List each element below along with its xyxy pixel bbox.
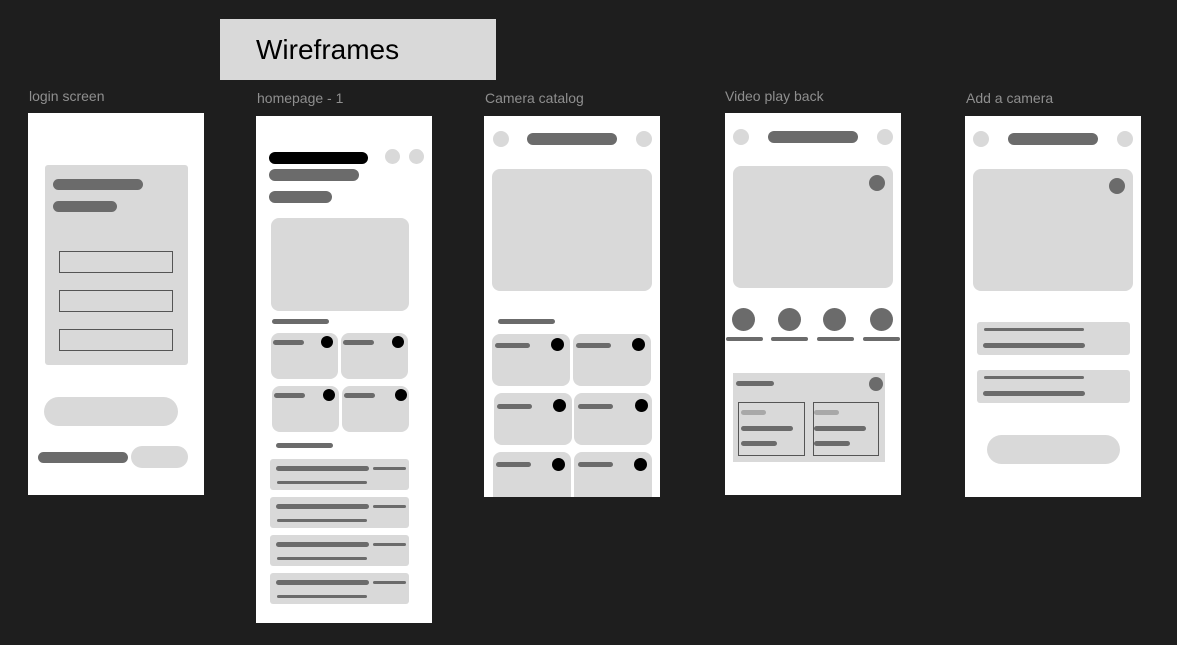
catalog-card-status-dot: [552, 458, 565, 471]
frame-label-video: Video play back: [725, 88, 824, 104]
add-menu-icon[interactable]: [1117, 131, 1133, 147]
login-subheading-placeholder: [53, 201, 117, 212]
homepage-list-item-subtitle: [277, 481, 367, 484]
homepage-list-item[interactable]: [270, 573, 409, 604]
add-camera-field-2-label: [984, 376, 1084, 379]
homepage-title-placeholder: [269, 152, 368, 164]
login-link-placeholder[interactable]: [38, 452, 128, 463]
add-camera-field-2-value: [983, 391, 1085, 396]
add-camera-frame: [965, 116, 1141, 497]
catalog-back-icon[interactable]: [493, 131, 509, 147]
video-control-label-2: [771, 337, 808, 341]
video-back-icon[interactable]: [733, 129, 749, 145]
catalog-card-label: [496, 462, 531, 467]
video-clip-date-1: [741, 410, 766, 415]
add-camera-submit-button[interactable]: [987, 435, 1120, 464]
homepage-list-item-title: [276, 504, 369, 509]
wireframes-title: Wireframes: [256, 34, 400, 65]
homepage-list-item-meta: [373, 505, 406, 508]
add-camera-field-1-value: [983, 343, 1085, 348]
login-input-field-3[interactable]: [59, 329, 173, 351]
homepage-list-item[interactable]: [270, 459, 409, 490]
homepage-list-item-subtitle: [277, 557, 367, 560]
login-secondary-button[interactable]: [131, 446, 188, 468]
homepage-section-heading-1: [272, 319, 329, 324]
homepage-card-label: [343, 340, 374, 345]
homepage-list-item-subtitle: [277, 519, 367, 522]
homepage-list-item-meta: [373, 543, 406, 546]
catalog-card-status-dot: [551, 338, 564, 351]
homepage-frame: [256, 116, 432, 623]
video-control-button-2[interactable]: [778, 308, 801, 331]
video-control-label-1: [726, 337, 763, 341]
add-camera-field-1-label: [984, 328, 1084, 331]
login-frame: [28, 113, 204, 495]
catalog-menu-icon[interactable]: [636, 131, 652, 147]
homepage-card-label: [274, 393, 305, 398]
homepage-section-heading-2: [276, 443, 333, 448]
homepage-list-item-subtitle: [277, 595, 367, 598]
catalog-section-heading: [498, 319, 555, 324]
homepage-list-item-title: [276, 542, 369, 547]
homepage-list-item[interactable]: [270, 497, 409, 528]
video-control-button-4[interactable]: [870, 308, 893, 331]
video-frame: [725, 113, 901, 495]
add-back-icon[interactable]: [973, 131, 989, 147]
catalog-frame: [484, 116, 660, 497]
homepage-list-item-meta: [373, 581, 406, 584]
homepage-subtitle-placeholder: [269, 169, 359, 181]
catalog-card-label: [576, 343, 611, 348]
catalog-card-label: [497, 404, 532, 409]
frame-label-catalog: Camera catalog: [485, 90, 584, 106]
video-clip-meta-1: [741, 441, 777, 446]
frame-label-login: login screen: [29, 88, 105, 104]
homepage-header-icon-1[interactable]: [385, 149, 400, 164]
video-recordings-heading: [736, 381, 774, 386]
homepage-list-item-title: [276, 580, 369, 585]
video-title-placeholder: [768, 131, 858, 143]
video-clip-title-2: [814, 426, 866, 431]
catalog-preview-image: [492, 169, 652, 291]
login-heading-placeholder: [53, 179, 143, 190]
video-control-button-1[interactable]: [732, 308, 755, 331]
catalog-card-status-dot: [634, 458, 647, 471]
video-control-label-3: [817, 337, 854, 341]
catalog-card-status-dot: [635, 399, 648, 412]
video-control-button-3[interactable]: [823, 308, 846, 331]
homepage-list-item-meta: [373, 467, 406, 470]
homepage-hero-image: [271, 218, 409, 311]
catalog-title-placeholder: [527, 133, 617, 145]
homepage-card-label: [344, 393, 375, 398]
video-clip-title-1: [741, 426, 793, 431]
login-input-field-2[interactable]: [59, 290, 173, 312]
video-player-indicator[interactable]: [869, 175, 885, 191]
video-control-label-4: [863, 337, 900, 341]
catalog-card-label: [495, 343, 530, 348]
frame-label-homepage: homepage - 1: [257, 90, 344, 106]
homepage-card-status-dot: [392, 336, 404, 348]
login-input-field-1[interactable]: [59, 251, 173, 273]
video-recordings-action-icon[interactable]: [869, 377, 883, 391]
homepage-caption-placeholder: [269, 191, 332, 203]
homepage-list-item-title: [276, 466, 369, 471]
add-camera-field-2[interactable]: [977, 370, 1130, 403]
frame-label-add: Add a camera: [966, 90, 1054, 106]
video-menu-icon[interactable]: [877, 129, 893, 145]
homepage-card-status-dot: [395, 389, 407, 401]
add-camera-field-1[interactable]: [977, 322, 1130, 355]
catalog-card-status-dot: [632, 338, 645, 351]
login-submit-button[interactable]: [44, 397, 178, 426]
homepage-card-label: [273, 340, 304, 345]
catalog-card-label: [578, 462, 613, 467]
video-clip-date-2: [814, 410, 839, 415]
video-clip-meta-2: [814, 441, 850, 446]
homepage-header-icon-2[interactable]: [409, 149, 424, 164]
catalog-card-status-dot: [553, 399, 566, 412]
homepage-list-item[interactable]: [270, 535, 409, 566]
add-title-placeholder: [1008, 133, 1098, 145]
homepage-card-status-dot: [323, 389, 335, 401]
catalog-card-label: [578, 404, 613, 409]
homepage-card-status-dot: [321, 336, 333, 348]
add-camera-preview-indicator[interactable]: [1109, 178, 1125, 194]
